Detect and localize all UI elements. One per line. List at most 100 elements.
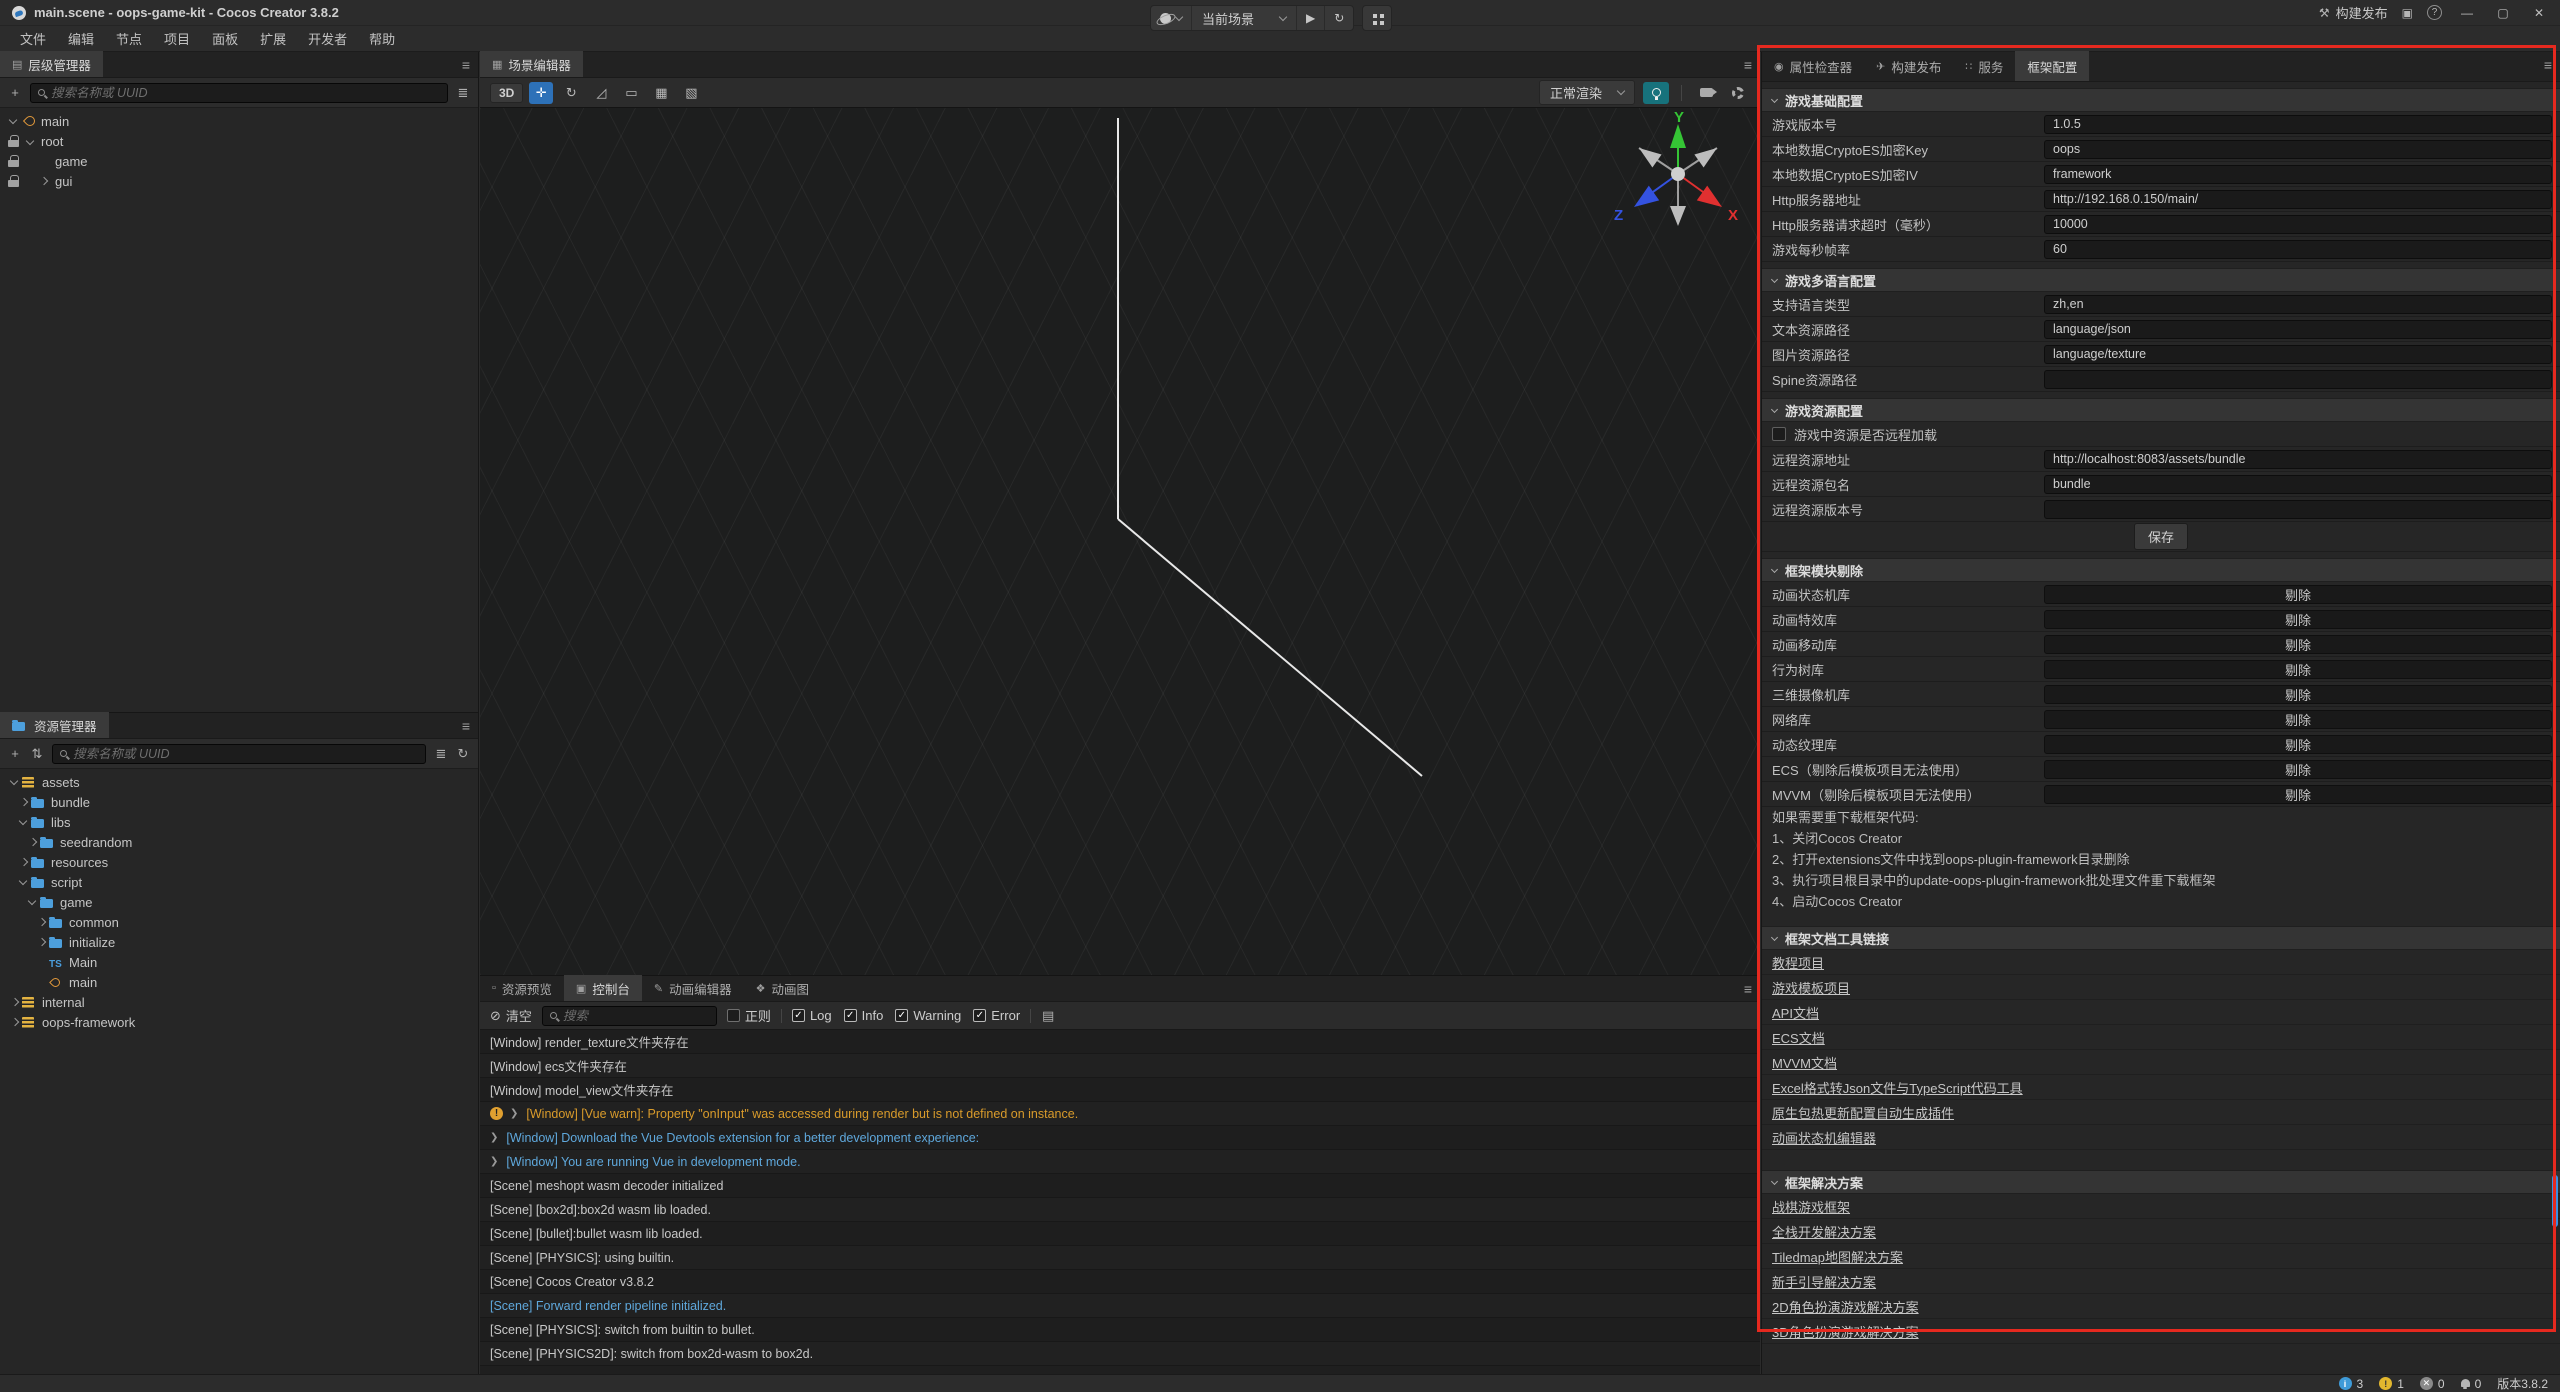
log-row[interactable]: ! ❯ [Window] model_view文件夹存在 bbox=[480, 1078, 1760, 1102]
solution-link[interactable]: 全栈开发解决方案 bbox=[1772, 1222, 1876, 1241]
add-node-button[interactable]: + bbox=[8, 85, 22, 100]
hierarchy-search-input[interactable] bbox=[51, 86, 440, 100]
scale-tool-button[interactable]: ◿ bbox=[589, 82, 613, 104]
menu-item[interactable]: 帮助 bbox=[359, 26, 405, 51]
play-button[interactable]: ▶ bbox=[1297, 5, 1325, 31]
hierarchy-node[interactable]: game bbox=[0, 151, 478, 171]
property-input[interactable] bbox=[2044, 475, 2552, 494]
log-row[interactable]: ! ❯ [Window] Download the Vue Devtools e… bbox=[480, 1126, 1760, 1150]
section-header[interactable]: 框架解决方案 bbox=[1762, 1170, 2560, 1194]
log-row[interactable]: ! ❯ [Scene] Forward render pipeline init… bbox=[480, 1294, 1760, 1318]
property-input[interactable] bbox=[2044, 140, 2552, 159]
property-input[interactable] bbox=[2044, 215, 2552, 234]
tab-build-publish[interactable]: ✈ 构建发布 bbox=[1864, 51, 1953, 81]
asset-node[interactable]: initialize bbox=[0, 932, 478, 952]
doc-link[interactable]: 教程项目 bbox=[1772, 953, 1824, 972]
hierarchy-node[interactable]: main bbox=[0, 111, 478, 131]
doc-link[interactable]: Excel格式转Json文件与TypeScript代码工具 bbox=[1772, 1078, 2023, 1097]
doc-link[interactable]: 动画状态机编辑器 bbox=[1772, 1128, 1876, 1147]
warning-count[interactable]: ! 1 bbox=[2379, 1377, 2404, 1391]
asset-node[interactable]: game bbox=[0, 892, 478, 912]
close-button[interactable]: ✕ bbox=[2528, 6, 2550, 20]
tab-asset-preview[interactable]: ▫ 资源预览 bbox=[480, 975, 564, 1001]
asset-node[interactable]: libs bbox=[0, 812, 478, 832]
tab-services[interactable]: ∷ 服务 bbox=[1953, 51, 2015, 81]
assets-search-input[interactable] bbox=[73, 747, 418, 761]
move-tool-button[interactable]: ✛ bbox=[529, 82, 553, 104]
property-input[interactable] bbox=[2044, 500, 2552, 519]
log-row[interactable]: ! ❯ [Window] You are running Vue in deve… bbox=[480, 1150, 1760, 1174]
solution-link[interactable]: 2D角色扮演游戏解决方案 bbox=[1772, 1297, 1919, 1316]
mode-3d-toggle[interactable]: 3D bbox=[490, 83, 523, 103]
asset-node[interactable]: internal bbox=[0, 992, 478, 1012]
menu-item[interactable]: 项目 bbox=[154, 26, 200, 51]
menu-item[interactable]: 编辑 bbox=[58, 26, 104, 51]
tab-framework-config[interactable]: 框架配置 bbox=[2015, 51, 2089, 81]
log-filter-toggle[interactable]: ✓ Info bbox=[844, 1008, 884, 1023]
log-filter-toggle[interactable]: ✓ Warning bbox=[895, 1008, 961, 1023]
doc-link[interactable]: 原生包热更新配置自动生成插件 bbox=[1772, 1103, 1954, 1122]
render-mode-select[interactable]: 正常渲染 bbox=[1539, 80, 1635, 105]
gizmo-pivot-button[interactable]: ▦ bbox=[649, 82, 673, 104]
remote-load-checkbox[interactable] bbox=[1772, 427, 1786, 441]
asset-node[interactable]: main bbox=[0, 972, 478, 992]
asset-node[interactable]: assets bbox=[0, 772, 478, 792]
sort-icon[interactable]: ⇅ bbox=[30, 746, 44, 762]
tab-animation-graph[interactable]: ❖ 动画图 bbox=[744, 975, 821, 1001]
lighting-toggle-button[interactable] bbox=[1643, 82, 1669, 104]
remove-module-button[interactable]: 剔除 bbox=[2044, 710, 2552, 729]
menu-item[interactable]: 节点 bbox=[106, 26, 152, 51]
clear-console-button[interactable]: ⊘ 清空 bbox=[490, 1006, 532, 1025]
menu-item[interactable]: 文件 bbox=[10, 26, 56, 51]
remove-module-button[interactable]: 剔除 bbox=[2044, 735, 2552, 754]
asset-node[interactable]: common bbox=[0, 912, 478, 932]
filter-checkbox[interactable]: ✓ bbox=[792, 1009, 805, 1022]
panel-menu-icon[interactable]: ≡ bbox=[462, 57, 470, 73]
log-row[interactable]: ! ❯ [Scene] [box2d]:box2d wasm lib loade… bbox=[480, 1198, 1760, 1222]
filter-checkbox[interactable]: ✓ bbox=[973, 1009, 986, 1022]
expand-arrow-icon[interactable]: ❯ bbox=[490, 1132, 498, 1143]
hierarchy-node[interactable]: root bbox=[0, 131, 478, 151]
remove-module-button[interactable]: 剔除 bbox=[2044, 785, 2552, 804]
tab-hierarchy[interactable]: ▤ 层级管理器 bbox=[0, 51, 103, 77]
log-row[interactable]: ! ❯ [Scene] [PHYSICS2D]: switch from box… bbox=[480, 1342, 1760, 1366]
expand-arrow-icon[interactable]: ❯ bbox=[510, 1108, 518, 1119]
property-input[interactable] bbox=[2044, 345, 2552, 364]
collapse-logs-icon[interactable]: ▤ bbox=[1041, 1008, 1055, 1024]
remove-module-button[interactable]: 剔除 bbox=[2044, 585, 2552, 604]
expand-arrow-icon[interactable]: ❯ bbox=[490, 1156, 498, 1167]
log-filter-toggle[interactable]: ✓ Log bbox=[792, 1008, 832, 1023]
info-count[interactable]: i 3 bbox=[2339, 1377, 2364, 1391]
scene-select[interactable]: 当前场景 bbox=[1192, 5, 1297, 31]
add-asset-button[interactable]: + bbox=[8, 746, 22, 761]
gizmo-space-button[interactable]: ▧ bbox=[679, 82, 703, 104]
doc-link[interactable]: ECS文档 bbox=[1772, 1028, 1825, 1047]
section-header[interactable]: 框架模块剔除 bbox=[1762, 558, 2560, 582]
help-icon[interactable]: ? bbox=[2427, 5, 2442, 20]
log-row[interactable]: ! ❯ [Scene] [bullet]:bullet wasm lib loa… bbox=[480, 1222, 1760, 1246]
log-row[interactable]: ! ❯ [Window] render_texture文件夹存在 bbox=[480, 1030, 1760, 1054]
solution-link[interactable]: 3D角色扮演游戏解决方案 bbox=[1772, 1322, 1919, 1341]
log-filter-toggle[interactable]: ✓ Error bbox=[973, 1008, 1020, 1023]
scene-viewport[interactable]: Y X Z bbox=[480, 108, 1760, 975]
tab-scene-editor[interactable]: ▦ 场景编辑器 bbox=[480, 51, 583, 77]
preview-grid-button[interactable] bbox=[1362, 5, 1392, 31]
axis-gizmo[interactable]: Y X Z bbox=[1600, 108, 1756, 248]
asset-node[interactable]: Main bbox=[0, 952, 478, 972]
menu-item[interactable]: 面板 bbox=[202, 26, 248, 51]
tab-animation-editor[interactable]: ✎ 动画编辑器 bbox=[642, 975, 744, 1001]
remove-module-button[interactable]: 剔除 bbox=[2044, 660, 2552, 679]
solution-link[interactable]: Tiledmap地图解决方案 bbox=[1772, 1247, 1903, 1266]
property-input[interactable] bbox=[2044, 450, 2552, 469]
doc-link[interactable]: 游戏模板项目 bbox=[1772, 978, 1850, 997]
panel-menu-icon[interactable]: ≡ bbox=[1744, 57, 1752, 73]
rect-tool-button[interactable]: ▭ bbox=[619, 82, 643, 104]
reload-button[interactable]: ↻ bbox=[1325, 5, 1353, 31]
panel-menu-icon[interactable]: ≡ bbox=[2544, 57, 2552, 73]
property-input[interactable] bbox=[2044, 165, 2552, 184]
filter-checkbox[interactable]: ✓ bbox=[844, 1009, 857, 1022]
filter-checkbox[interactable]: ✓ bbox=[895, 1009, 908, 1022]
regex-checkbox[interactable] bbox=[727, 1009, 740, 1022]
property-input[interactable] bbox=[2044, 295, 2552, 314]
asset-node[interactable]: seedrandom bbox=[0, 832, 478, 852]
